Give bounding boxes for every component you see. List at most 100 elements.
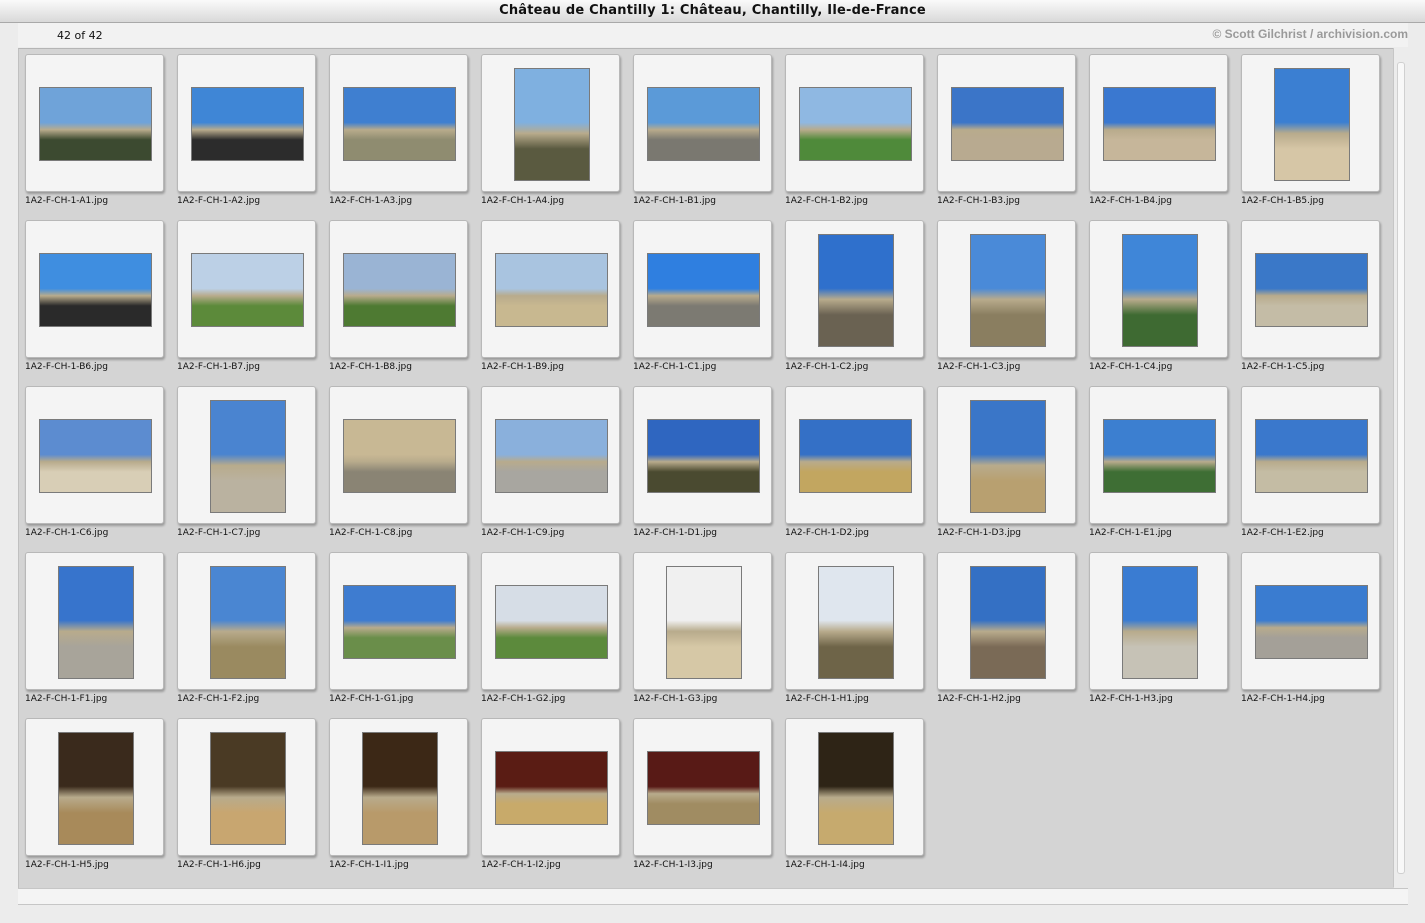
thumbnail-item[interactable]: 1A2-F-CH-1-C1.jpg <box>633 220 785 386</box>
thumbnail-item[interactable]: 1A2-F-CH-1-C5.jpg <box>1241 220 1393 386</box>
thumbnail-item[interactable]: 1A2-F-CH-1-H3.jpg <box>1089 552 1241 718</box>
slide-frame[interactable] <box>785 386 924 524</box>
thumbnail-item[interactable]: 1A2-F-CH-1-B7.jpg <box>177 220 329 386</box>
thumbnail-image[interactable] <box>210 566 286 679</box>
thumbnail-item[interactable]: 1A2-F-CH-1-H4.jpg <box>1241 552 1393 718</box>
thumbnail-image[interactable] <box>647 87 760 161</box>
slide-frame[interactable] <box>481 552 620 690</box>
slide-frame[interactable] <box>1241 220 1380 358</box>
thumbnail-item[interactable]: 1A2-F-CH-1-C4.jpg <box>1089 220 1241 386</box>
slide-frame[interactable] <box>633 220 772 358</box>
slide-frame[interactable] <box>25 220 164 358</box>
slide-frame[interactable] <box>785 220 924 358</box>
thumbnail-item[interactable]: 1A2-F-CH-1-A3.jpg <box>329 54 481 220</box>
thumbnail-item[interactable]: 1A2-F-CH-1-F2.jpg <box>177 552 329 718</box>
thumbnail-image[interactable] <box>514 68 590 181</box>
slide-frame[interactable] <box>25 552 164 690</box>
thumbnail-item[interactable]: 1A2-F-CH-1-E2.jpg <box>1241 386 1393 552</box>
thumbnail-item[interactable]: 1A2-F-CH-1-D3.jpg <box>937 386 1089 552</box>
thumbnail-item[interactable]: 1A2-F-CH-1-B9.jpg <box>481 220 633 386</box>
slide-frame[interactable] <box>937 54 1076 192</box>
thumbnail-image[interactable] <box>647 419 760 493</box>
slide-frame[interactable] <box>785 54 924 192</box>
thumbnail-image[interactable] <box>58 566 134 679</box>
slide-frame[interactable] <box>25 718 164 856</box>
thumbnail-image[interactable] <box>58 732 134 845</box>
thumbnail-image[interactable] <box>1274 68 1350 181</box>
slide-frame[interactable] <box>937 220 1076 358</box>
thumbnail-image[interactable] <box>343 87 456 161</box>
thumbnail-image[interactable] <box>970 234 1046 347</box>
slide-frame[interactable] <box>177 552 316 690</box>
thumbnail-item[interactable]: 1A2-F-CH-1-C6.jpg <box>25 386 177 552</box>
slide-frame[interactable] <box>329 386 468 524</box>
thumbnail-image[interactable] <box>1255 419 1368 493</box>
thumbnail-image[interactable] <box>210 732 286 845</box>
thumbnail-item[interactable]: 1A2-F-CH-1-H5.jpg <box>25 718 177 884</box>
thumbnail-image[interactable] <box>343 585 456 659</box>
thumbnail-image[interactable] <box>495 419 608 493</box>
slide-frame[interactable] <box>1241 552 1380 690</box>
thumbnail-item[interactable]: 1A2-F-CH-1-E1.jpg <box>1089 386 1241 552</box>
thumbnail-item[interactable]: 1A2-F-CH-1-C9.jpg <box>481 386 633 552</box>
thumbnail-image[interactable] <box>39 419 152 493</box>
thumbnail-image[interactable] <box>191 87 304 161</box>
thumbnail-image[interactable] <box>495 751 608 825</box>
slide-frame[interactable] <box>329 54 468 192</box>
thumbnail-image[interactable] <box>1103 419 1216 493</box>
thumbnail-image[interactable] <box>1122 566 1198 679</box>
slide-frame[interactable] <box>785 552 924 690</box>
slide-frame[interactable] <box>1241 386 1380 524</box>
thumbnail-item[interactable]: 1A2-F-CH-1-B4.jpg <box>1089 54 1241 220</box>
slide-frame[interactable] <box>329 552 468 690</box>
thumbnail-image[interactable] <box>495 585 608 659</box>
thumbnail-item[interactable]: 1A2-F-CH-1-A4.jpg <box>481 54 633 220</box>
thumbnail-image[interactable] <box>951 87 1064 161</box>
thumbnail-image[interactable] <box>970 566 1046 679</box>
thumbnail-image[interactable] <box>343 419 456 493</box>
slide-frame[interactable] <box>1241 54 1380 192</box>
thumbnail-image[interactable] <box>647 751 760 825</box>
thumbnail-image[interactable] <box>799 87 912 161</box>
thumbnail-item[interactable]: 1A2-F-CH-1-G1.jpg <box>329 552 481 718</box>
thumbnail-image[interactable] <box>647 253 760 327</box>
thumbnail-item[interactable]: 1A2-F-CH-1-I4.jpg <box>785 718 937 884</box>
thumbnail-image[interactable] <box>343 253 456 327</box>
slide-frame[interactable] <box>1089 552 1228 690</box>
thumbnail-item[interactable]: 1A2-F-CH-1-B1.jpg <box>633 54 785 220</box>
thumbnail-item[interactable]: 1A2-F-CH-1-D2.jpg <box>785 386 937 552</box>
thumbnail-item[interactable]: 1A2-F-CH-1-A2.jpg <box>177 54 329 220</box>
thumbnail-item[interactable]: 1A2-F-CH-1-H6.jpg <box>177 718 329 884</box>
thumbnail-item[interactable]: 1A2-F-CH-1-D1.jpg <box>633 386 785 552</box>
slide-frame[interactable] <box>937 386 1076 524</box>
slide-frame[interactable] <box>177 718 316 856</box>
horizontal-scrollbar[interactable] <box>18 888 1408 905</box>
slide-frame[interactable] <box>633 552 772 690</box>
thumbnail-item[interactable]: 1A2-F-CH-1-I3.jpg <box>633 718 785 884</box>
slide-frame[interactable] <box>329 220 468 358</box>
thumbnail-item[interactable]: 1A2-F-CH-1-F1.jpg <box>25 552 177 718</box>
thumbnail-item[interactable]: 1A2-F-CH-1-I2.jpg <box>481 718 633 884</box>
thumbnail-item[interactable]: 1A2-F-CH-1-B6.jpg <box>25 220 177 386</box>
thumbnail-image[interactable] <box>495 253 608 327</box>
thumbnail-image[interactable] <box>818 566 894 679</box>
thumbnail-image[interactable] <box>799 419 912 493</box>
thumbnail-image[interactable] <box>39 87 152 161</box>
thumbnail-image[interactable] <box>1103 87 1216 161</box>
thumbnail-image[interactable] <box>818 732 894 845</box>
thumbnail-image[interactable] <box>1255 585 1368 659</box>
thumbnail-item[interactable]: 1A2-F-CH-1-C3.jpg <box>937 220 1089 386</box>
slide-frame[interactable] <box>481 54 620 192</box>
slide-frame[interactable] <box>177 54 316 192</box>
slide-frame[interactable] <box>329 718 468 856</box>
slide-frame[interactable] <box>25 386 164 524</box>
thumbnail-image[interactable] <box>191 253 304 327</box>
thumbnail-image[interactable] <box>362 732 438 845</box>
slide-frame[interactable] <box>785 718 924 856</box>
slide-frame[interactable] <box>937 552 1076 690</box>
thumbnail-item[interactable]: 1A2-F-CH-1-H2.jpg <box>937 552 1089 718</box>
thumbnail-image[interactable] <box>210 400 286 513</box>
slide-frame[interactable] <box>633 54 772 192</box>
thumbnail-image[interactable] <box>1255 253 1368 327</box>
thumbnail-item[interactable]: 1A2-F-CH-1-H1.jpg <box>785 552 937 718</box>
